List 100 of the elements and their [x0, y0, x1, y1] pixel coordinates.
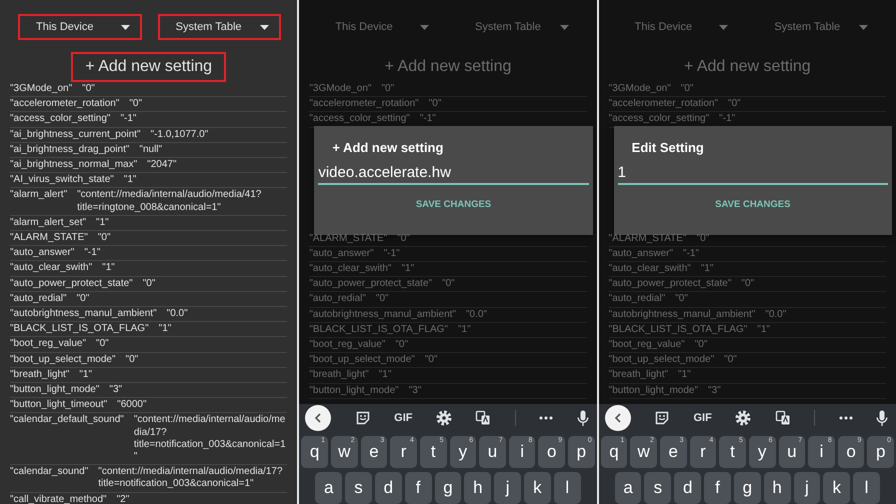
caret-icon	[260, 24, 270, 30]
gif-button[interactable]: GIF	[394, 412, 413, 424]
setting-value: "0"	[696, 232, 710, 245]
setting-name: "ai_brightness_current_point"	[10, 128, 141, 141]
setting-name: "boot_reg_value"	[608, 339, 685, 352]
keyboard-key[interactable]: f	[704, 472, 731, 504]
setting-value: "0"	[381, 83, 396, 96]
caret-icon	[120, 24, 130, 30]
keyboard-key[interactable]: d	[674, 472, 702, 504]
setting-name: "ai_brightness_normal_max"	[10, 159, 138, 172]
setting-value: "-1"	[120, 113, 138, 126]
table-dropdown[interactable]: System Table	[756, 14, 880, 40]
back-button[interactable]	[604, 405, 631, 431]
setting-value: "1"	[757, 324, 771, 336]
setting-value: "2047"	[147, 159, 178, 172]
setting-value: "0"	[395, 339, 410, 352]
keyboard-key[interactable]: a	[614, 472, 642, 504]
setting-name: "breath_light"	[309, 369, 369, 382]
keyboard-key[interactable]: d	[374, 472, 402, 504]
setting-name: "boot_up_select_mode"	[10, 354, 116, 366]
add-setting-button[interactable]: + Add new setting	[370, 52, 526, 82]
keyboard-key[interactable]: s	[345, 472, 372, 504]
microphone-icon[interactable]	[576, 410, 589, 426]
setting-value: "0.0"	[166, 308, 189, 320]
setting-name: "accelerometer_rotation"	[10, 98, 120, 110]
more-icon[interactable]	[838, 416, 853, 420]
setting-name: "BLACK_LIST_IS_OTA_FLAG"	[309, 324, 448, 336]
table-dropdown[interactable]: System Table	[457, 14, 581, 40]
keyboard-key[interactable]: f	[404, 472, 432, 504]
setting-value: "1"	[678, 369, 692, 382]
caret-icon	[719, 24, 728, 30]
setting-value: "-1"	[420, 113, 437, 126]
sticker-icon[interactable]	[354, 410, 371, 426]
table-dropdown[interactable]: System Table	[158, 14, 282, 40]
setting-name: "ALARM_STATE"	[309, 232, 388, 245]
setting-value: "0"	[424, 354, 439, 366]
setting-name: "breath_light"	[608, 369, 668, 382]
setting-value: "0"	[397, 232, 411, 245]
setting-value: "1"	[700, 263, 714, 276]
add-setting-button[interactable]: + Add new setting	[670, 52, 825, 82]
settings-icon[interactable]	[436, 410, 452, 426]
setting-name: "ALARM_STATE"	[608, 232, 687, 245]
translate-icon[interactable]	[475, 410, 492, 426]
setting-name: "alarm_alert"	[10, 189, 68, 202]
setting-value: "0"	[680, 83, 694, 96]
microphone-icon[interactable]	[876, 410, 888, 426]
setting-value: "0"	[142, 278, 156, 290]
setting-name: "ALARM_STATE"	[10, 232, 88, 244]
caret-icon	[859, 24, 868, 30]
setting-name: "access_color_setting"	[10, 113, 110, 126]
keyboard-key[interactable]: j	[494, 472, 522, 504]
setting-value: "0"	[675, 293, 689, 306]
setting-value: "3"	[708, 384, 722, 397]
sticker-icon[interactable]	[654, 410, 670, 426]
back-button[interactable]	[305, 405, 332, 431]
setting-value: "3"	[109, 384, 124, 396]
keyboard-key[interactable]: j	[794, 472, 820, 504]
save-button[interactable]: SAVE CHANGES	[412, 196, 496, 212]
setting-name: "AI_virus_switch_state"	[10, 174, 114, 186]
setting-value: "0"	[728, 98, 742, 110]
text-field[interactable]: 1	[618, 164, 888, 185]
setting-value: "content://media/internal/audio/media/41?title=ringtone_008&canonical=1"	[77, 189, 262, 214]
setting-value: "0"	[724, 354, 738, 366]
keyboard-key[interactable]: k	[524, 472, 551, 504]
setting-name: "auto_power_protect_state"	[309, 278, 432, 290]
save-button[interactable]: SAVE CHANGES	[711, 196, 794, 212]
setting-value: "1"	[401, 263, 416, 276]
device-dropdown[interactable]: This Device	[317, 14, 441, 40]
add-setting-button[interactable]: + Add new setting	[71, 52, 226, 82]
setting-value: "content://media/internal/audio/media/17?title=notification_003&canonical=1"	[134, 414, 287, 464]
setting-value: "0"	[96, 338, 110, 351]
setting-value: "0"	[376, 293, 390, 306]
setting-value: "0"	[741, 278, 756, 290]
settings-icon[interactable]	[735, 410, 752, 426]
setting-name: "auto_clear_swith"	[608, 263, 691, 276]
keyboard-key[interactable]: l	[554, 472, 581, 504]
setting-name: "auto_answer"	[10, 247, 74, 260]
device-dropdown[interactable]: This Device	[18, 14, 142, 40]
keyboard-key[interactable]: h	[464, 472, 492, 504]
keyboard-key[interactable]: g	[434, 472, 462, 504]
setting-name: "boot_up_select_mode"	[309, 354, 415, 366]
setting-value: "2"	[116, 494, 130, 504]
more-icon[interactable]	[539, 416, 554, 420]
translate-icon[interactable]	[774, 410, 791, 426]
keyboard-key[interactable]: l	[853, 472, 880, 504]
setting-name: "alarm_alert_set"	[10, 216, 86, 230]
setting-value: "0"	[129, 98, 144, 110]
keyboard-key[interactable]: a	[315, 472, 342, 504]
text-field[interactable]: video.accelerate.hw	[318, 164, 589, 185]
keyboard-key[interactable]: k	[823, 472, 850, 504]
keyboard-key[interactable]: s	[644, 472, 672, 504]
setting-value: "1"	[102, 262, 116, 275]
gif-button[interactable]: GIF	[694, 412, 712, 424]
keyboard-key[interactable]: g	[734, 472, 761, 504]
keyboard-key[interactable]: h	[764, 472, 791, 504]
setting-name: "boot_reg_value"	[10, 338, 86, 351]
setting-value: "-1"	[719, 113, 736, 126]
device-dropdown[interactable]: This Device	[616, 14, 740, 40]
setting-value: "0.0"	[765, 308, 788, 321]
setting-value: "0"	[98, 232, 112, 244]
